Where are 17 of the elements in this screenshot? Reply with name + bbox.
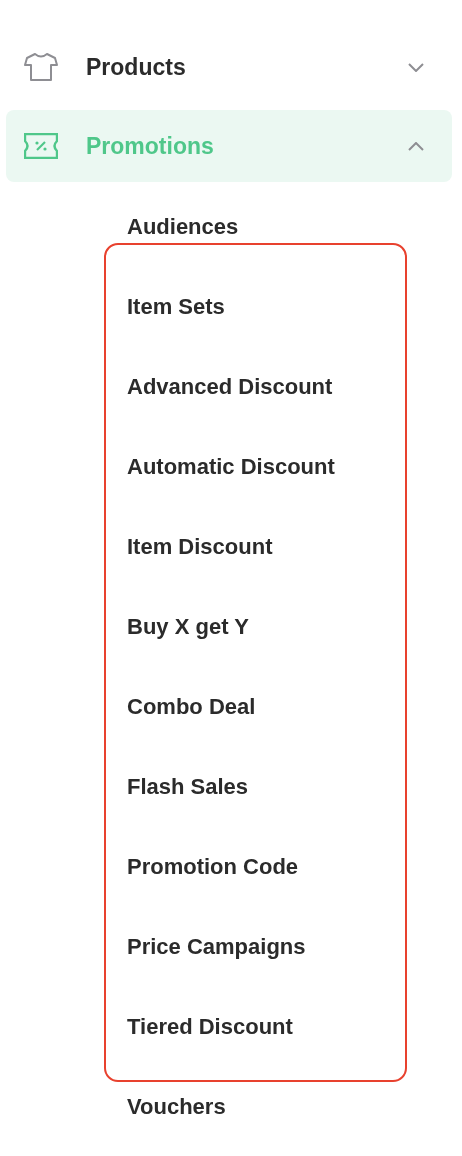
submenu-item[interactable]: Price Campaigns: [106, 907, 405, 987]
submenu-item[interactable]: Flash Sales: [106, 747, 405, 827]
menu-item[interactable]: Products: [6, 27, 452, 107]
shirt-icon: [24, 53, 58, 81]
submenu-item[interactable]: Combo Deal: [106, 667, 405, 747]
submenu-item[interactable]: Automatic Discount: [106, 427, 405, 507]
submenu-item[interactable]: Advanced Discount: [106, 347, 405, 427]
submenu-item[interactable]: Item Discount: [106, 507, 405, 587]
chevron-up-icon: [408, 141, 424, 151]
submenu-item[interactable]: Tiered Discount: [106, 987, 405, 1067]
submenu-item[interactable]: Vouchers: [6, 1067, 462, 1147]
submenu-item[interactable]: Promotion Code: [106, 827, 405, 907]
submenu-item[interactable]: Buy X get Y: [106, 587, 405, 667]
submenu-item[interactable]: Item Sets: [106, 267, 405, 347]
ticket-icon: [24, 133, 58, 159]
submenu-item[interactable]: Audiences: [6, 187, 462, 267]
chevron-down-icon: [408, 62, 424, 72]
